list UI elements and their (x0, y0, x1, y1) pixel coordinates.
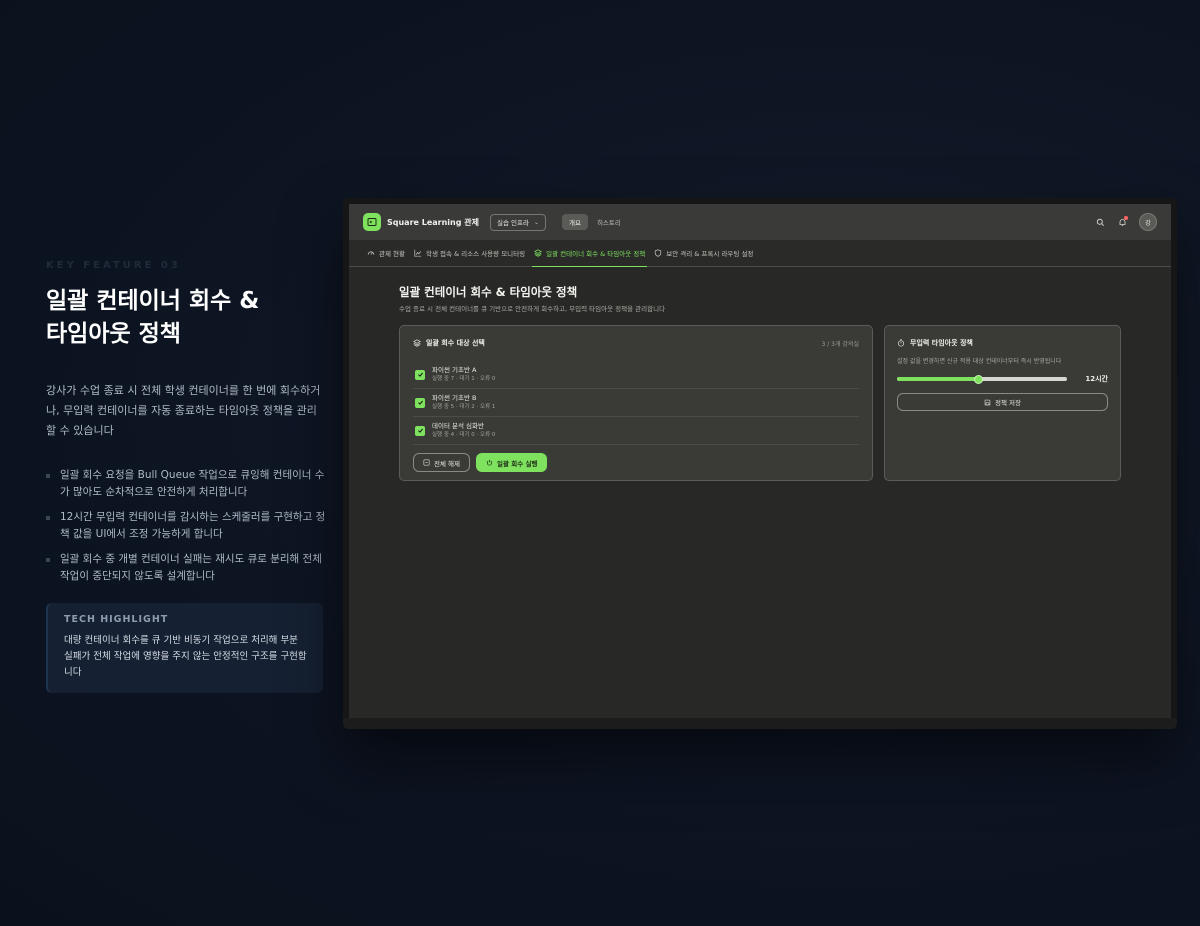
laptop-mockup: Square Learning 관제 실습 인프라 ⌄ 개요 히스토리 강 관제… (343, 198, 1177, 729)
line-chart-icon (414, 249, 422, 257)
deselect-all-button[interactable]: 전체 해제 (413, 453, 470, 472)
policy-card-title: 무입력 타임아웃 정책 (910, 339, 973, 347)
policy-description: 설정 값을 변경하면 신규 적용 대상 컨테이너부터 즉시 반영됩니다 (897, 358, 1062, 365)
search-icon[interactable] (1093, 215, 1107, 229)
checkbox[interactable] (415, 397, 425, 408)
card-row: 일괄 회수 대상 선택 3 / 3개 강의실 파이썬 기초반 A 실행 중 7 … (399, 325, 1171, 481)
timeout-value: 12시간 (1085, 375, 1108, 383)
classroom-info: 데이터 분석 심화반 실행 중 4 · 대기 0 · 오류 0 (432, 422, 495, 439)
page-subtitle: 수업 종료 시 전체 컨테이너를 큐 기반으로 안전하게 회수하고, 무입력 타… (399, 305, 666, 313)
check-icon (417, 428, 423, 433)
bullet-dot (46, 516, 50, 520)
tech-highlight-box: TECH HIGHLIGHT 대량 컨테이너 회수를 큐 기반 비동기 작업으로… (46, 603, 323, 693)
app-topbar: Square Learning 관제 실습 인프라 ⌄ 개요 히스토리 강 (349, 204, 1171, 240)
timer-icon (897, 339, 905, 347)
subtab-dashboard[interactable]: 관제 현황 (365, 240, 407, 266)
section-tabs: 관제 현황 학생 접속 & 리소스 사용량 모니터링 일괄 컨테이너 회수 & … (349, 240, 1171, 267)
bullet-text: 일괄 회수 중 개별 컨테이너 실패는 재시도 큐로 분리해 전체 작업이 중단… (60, 553, 322, 582)
subtab-bulk-recovery[interactable]: 일괄 컨테이너 회수 & 타임아웃 정책 (532, 240, 648, 267)
app-title: Square Learning 관제 (387, 217, 479, 227)
classroom-stats: 실행 중 4 · 대기 0 · 오류 0 (432, 432, 496, 438)
layers-icon (534, 249, 543, 257)
bullet-text: 일괄 회수 요청을 Bull Queue 작업으로 큐잉해 컨테이너 수가 많아… (60, 469, 325, 498)
classroom-row[interactable]: 데이터 분석 심화반 실행 중 4 · 대기 0 · 오류 0 (413, 417, 859, 445)
run-bulk-recovery-label: 일괄 회수 실행 (497, 459, 538, 468)
gauge-icon (367, 251, 375, 255)
bullet-text: 12시간 무입력 컨테이너를 감시하는 스케줄러를 구현하고 정책 값을 UI에… (60, 511, 326, 540)
check-icon (417, 400, 423, 405)
headline-line-2: 타임아웃 정책 (46, 321, 181, 347)
bulk-card-header: 일괄 회수 대상 선택 3 / 3개 강의실 (413, 338, 859, 348)
classroom-name: 데이터 분석 심화반 (432, 422, 484, 430)
deselect-all-label: 전체 해제 (434, 459, 460, 468)
save-icon (984, 399, 991, 405)
shield-icon (655, 249, 662, 257)
notification-dot (1124, 216, 1128, 220)
save-policy-button[interactable]: 정책 저장 (897, 393, 1108, 411)
feature-bullets: 일괄 회수 요청을 Bull Queue 작업으로 큐잉해 컨테이너 수가 많아… (46, 467, 326, 585)
app-screen: Square Learning 관제 실습 인프라 ⌄ 개요 히스토리 강 관제… (349, 204, 1171, 718)
feature-headline: 일괄 컨테이너 회수 & 타임아웃 정책 (46, 285, 326, 351)
subtab-label: 관제 현황 (379, 250, 405, 258)
run-bulk-recovery-button[interactable]: 일괄 회수 실행 (476, 453, 548, 472)
bulk-actions: 전체 해제 일괄 회수 실행 (413, 453, 859, 472)
env-select[interactable]: 실습 인프라 ⌄ (489, 213, 546, 231)
feature-bullet: 일괄 회수 요청을 Bull Queue 작업으로 큐잉해 컨테이너 수가 많아… (46, 467, 326, 501)
chevron-down-icon: ⌄ (533, 218, 539, 226)
main-content: 일괄 컨테이너 회수 & 타임아웃 정책 수업 종료 시 전체 컨테이너를 큐 … (349, 267, 1171, 481)
feature-kicker: KEY FEATURE 03 (46, 260, 181, 271)
classroom-row[interactable]: 파이썬 기초반 A 실행 중 7 · 대기 1 · 오류 0 (413, 361, 859, 389)
classroom-info: 파이썬 기초반 A 실행 중 7 · 대기 1 · 오류 0 (432, 366, 495, 383)
subtab-monitoring[interactable]: 학생 접속 & 리소스 사용량 모니터링 (412, 240, 527, 266)
square-minus-icon (423, 459, 430, 466)
tab-overview[interactable]: 개요 (561, 214, 588, 230)
timeout-slider-row: 12시간 (897, 374, 1108, 384)
subtab-security[interactable]: 보안 격리 & 프록시 라우팅 설정 (652, 240, 755, 266)
power-icon (486, 459, 493, 466)
slider-fill (897, 377, 979, 381)
tech-highlight-title: TECH HIGHLIGHT (64, 614, 169, 625)
feature-panel: KEY FEATURE 03 일괄 컨테이너 회수 & 타임아웃 정책 강사가 … (46, 260, 326, 693)
classroom-row[interactable]: 파이썬 기초반 B 실행 중 5 · 대기 2 · 오류 1 (413, 389, 859, 417)
check-icon (417, 372, 423, 377)
timeout-slider[interactable] (897, 374, 1067, 384)
feature-bullet: 일괄 회수 중 개별 컨테이너 실패는 재시도 큐로 분리해 전체 작업이 중단… (46, 551, 326, 585)
tab-history[interactable]: 히스토리 (590, 214, 628, 230)
bullet-dot (46, 474, 50, 478)
bulk-card-title: 일괄 회수 대상 선택 (426, 339, 485, 347)
timeout-policy-card: 무입력 타임아웃 정책 설정 값을 변경하면 신규 적용 대상 컨테이너부터 즉… (884, 325, 1121, 481)
layers-icon (413, 339, 421, 347)
tech-highlight-body: 대량 컨테이너 회수를 큐 기반 비동기 작업으로 처리해 부분 실패가 전체 … (64, 635, 307, 678)
env-select-value: 실습 인프라 (496, 219, 529, 227)
slider-thumb[interactable] (974, 374, 984, 384)
subtab-label: 일괄 컨테이너 회수 & 타임아웃 정책 (546, 250, 646, 258)
classroom-name: 파이썬 기초반 B (432, 394, 477, 402)
feature-bullet: 12시간 무입력 컨테이너를 감시하는 스케줄러를 구현하고 정책 값을 UI에… (46, 509, 326, 543)
bell-icon[interactable] (1115, 215, 1129, 229)
classroom-name: 파이썬 기초반 A (432, 366, 477, 374)
selected-count: 3 / 3개 강의실 (821, 340, 859, 348)
subtab-label: 보안 격리 & 프록시 라우팅 설정 (666, 250, 754, 258)
bulk-recovery-card: 일괄 회수 대상 선택 3 / 3개 강의실 파이썬 기초반 A 실행 중 7 … (399, 325, 873, 481)
classroom-stats: 실행 중 5 · 대기 2 · 오류 1 (432, 404, 496, 410)
checkbox[interactable] (415, 369, 425, 380)
avatar[interactable]: 강 (1139, 213, 1157, 231)
feature-description: 강사가 수업 종료 시 전체 학생 컨테이너를 한 번에 회수하거나, 무입력 … (46, 384, 321, 437)
bullet-dot (46, 558, 50, 562)
subtab-label: 학생 접속 & 리소스 사용량 모니터링 (426, 250, 526, 258)
classroom-info: 파이썬 기초반 B 실행 중 5 · 대기 2 · 오류 1 (432, 394, 495, 411)
page-title: 일괄 컨테이너 회수 & 타임아웃 정책 (399, 285, 578, 299)
checkbox[interactable] (415, 425, 425, 436)
headline-line-1: 일괄 컨테이너 회수 & (46, 288, 260, 314)
topbar-actions: 강 (1085, 204, 1157, 240)
classroom-stats: 실행 중 7 · 대기 1 · 오류 0 (432, 376, 496, 382)
policy-card-header: 무입력 타임아웃 정책 (897, 338, 1108, 348)
save-policy-label: 정책 저장 (995, 399, 1021, 407)
laptop-base (343, 718, 1177, 729)
terminal-logo-icon (363, 213, 381, 231)
